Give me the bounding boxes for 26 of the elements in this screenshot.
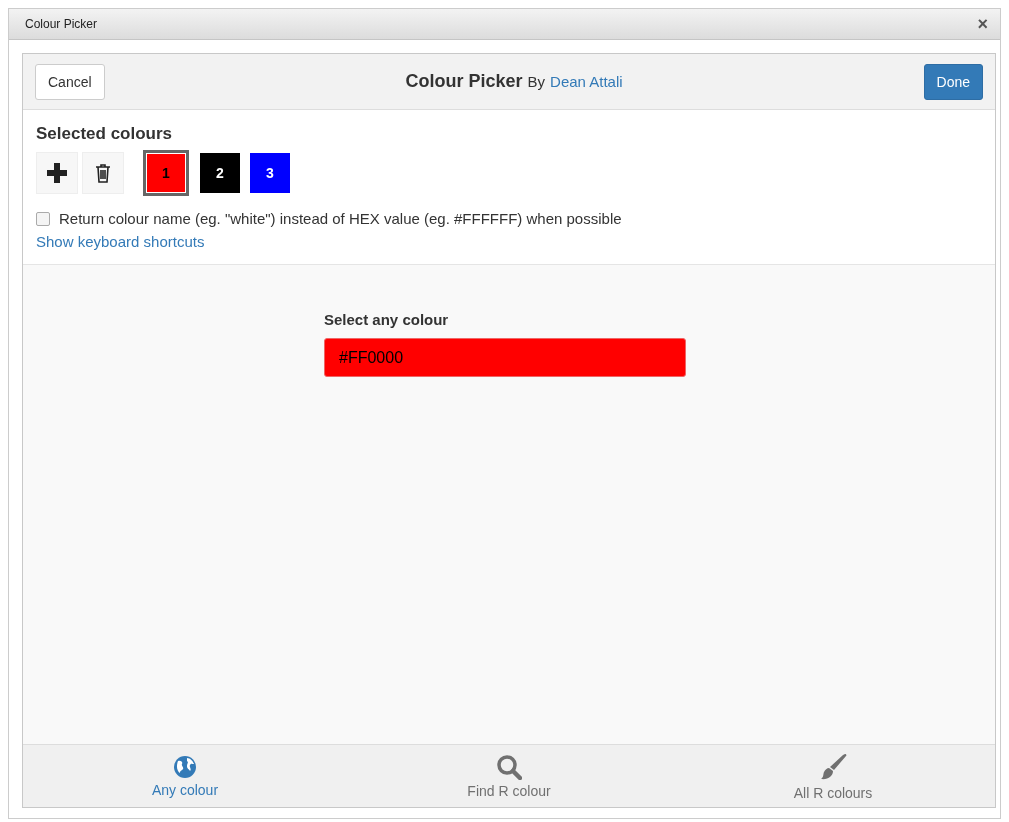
shortcuts-link[interactable]: Show keyboard shortcuts (36, 233, 205, 250)
checkbox[interactable] (36, 211, 50, 226)
colour-swatch[interactable]: 3 (250, 153, 290, 193)
close-button[interactable]: × (973, 13, 992, 35)
globe-icon (173, 754, 197, 779)
delete-button[interactable] (82, 152, 124, 194)
by-text: By (527, 73, 546, 90)
add-button[interactable] (36, 152, 78, 194)
app-title: Colour Picker (405, 71, 523, 92)
colour-swatch[interactable]: 2 (200, 153, 240, 193)
search-icon (496, 753, 522, 780)
cancel-button[interactable]: Cancel (35, 63, 105, 100)
field-label: Select any colour (324, 311, 450, 328)
colour-swatch[interactable]: 1 (146, 153, 186, 193)
checkbox-label: Return colour name (eg. "white") instead of HEX value (eg. #FFFFFF) when possible (59, 210, 622, 227)
author-link[interactable]: Dean Attali (550, 73, 623, 90)
tab[interactable]: Any colour (23, 745, 347, 807)
brush-icon (818, 751, 848, 782)
window-title: Colour Picker (25, 17, 98, 31)
trash-icon (95, 163, 111, 183)
section-heading: Selected colours (36, 124, 173, 144)
tab[interactable]: Find R colour (347, 745, 671, 807)
plus-icon (47, 163, 67, 183)
done-button[interactable]: Done (923, 63, 983, 100)
tab[interactable]: All R colours (671, 745, 995, 807)
colour-input[interactable]: #FF0000 (324, 338, 686, 377)
